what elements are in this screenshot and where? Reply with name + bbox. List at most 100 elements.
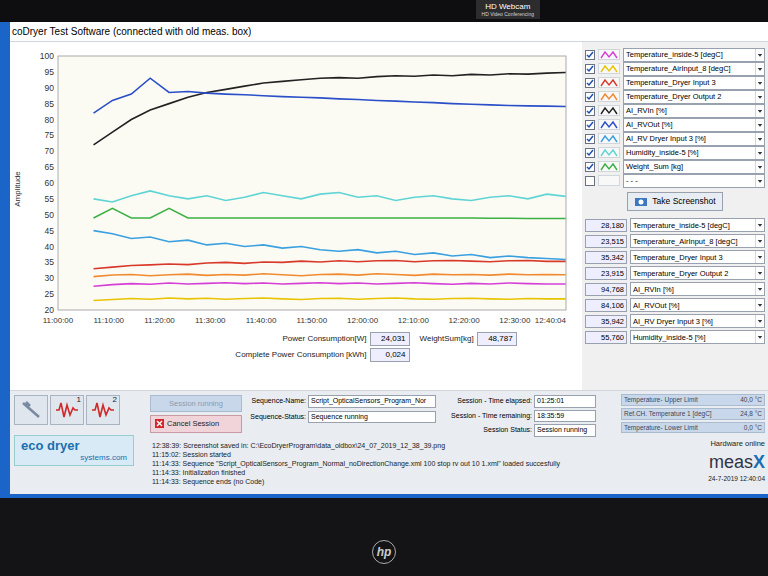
legend-select[interactable]: Temperature_AirInput_8 [degC] xyxy=(623,62,765,76)
session-row: Session - Time elapsed:01:25:01 xyxy=(440,395,596,408)
dropdown-arrow-icon[interactable] xyxy=(755,63,764,75)
reading-select[interactable]: Temperature_Dryer Input 3 xyxy=(630,250,765,264)
session-button[interactable]: Cancel Session xyxy=(150,415,242,432)
measx-text: meas xyxy=(709,452,753,472)
toolbar-button[interactable]: 2 xyxy=(86,395,120,425)
legend-select[interactable]: AI_RV Dryer Input 3 [%] xyxy=(623,132,765,146)
reading-row: 35,942AI_RV Dryer Input 3 [%] xyxy=(585,314,765,329)
dropdown-arrow-icon[interactable] xyxy=(755,105,764,117)
bottom-panel: 12eco dryersystems.comSession runningCan… xyxy=(10,390,768,494)
reading-select[interactable]: Temperature_inside-5 [degC] xyxy=(630,218,765,232)
legend-checkbox[interactable] xyxy=(585,64,595,74)
legend-label: - - - xyxy=(624,175,755,186)
measx-logo: measX xyxy=(709,452,765,472)
reading-name: AI_RVIn [%] xyxy=(631,284,755,295)
legend-checkbox[interactable] xyxy=(585,92,595,102)
legend-checkbox[interactable] xyxy=(585,78,595,88)
line-sample-icon xyxy=(600,92,618,101)
session-label: Session - Time elapsed: xyxy=(440,396,532,407)
check-icon xyxy=(586,121,594,129)
webcam-label: HD WebcamHD Video Conferencing xyxy=(476,0,540,19)
toolbar-button[interactable]: 1 xyxy=(50,395,84,425)
dropdown-arrow-icon[interactable] xyxy=(755,299,764,311)
x-tick: 12:10:00 xyxy=(398,316,430,325)
reading-name: AI_RVOut [%] xyxy=(631,300,755,311)
legend-select[interactable]: - - - xyxy=(623,174,765,188)
reading-select[interactable]: AI_RVOut [%] xyxy=(630,298,765,312)
dropdown-arrow-icon[interactable] xyxy=(755,283,764,295)
reading-value: 84,106 xyxy=(585,299,627,312)
legend-select[interactable]: Temperature_inside-5 [degC] xyxy=(623,48,765,62)
legend-sample xyxy=(598,77,620,88)
legend-row: Temperature_inside-5 [degC] xyxy=(585,48,765,61)
legend-checkbox[interactable] xyxy=(585,162,595,172)
legend-checkbox[interactable] xyxy=(585,50,595,60)
legend-checkbox[interactable] xyxy=(585,176,595,186)
stats: Power Consumption[W]24,031WeightSum[kg]4… xyxy=(10,330,582,362)
dropdown-arrow-icon[interactable] xyxy=(755,119,764,131)
series-line xyxy=(94,298,566,301)
legend-select[interactable]: Temperature_Dryer Input 3 xyxy=(623,76,765,90)
reading-select[interactable]: Humidity_inside-5 [%] xyxy=(630,330,765,344)
reading-select[interactable]: Temperature_Dryer Output 2 xyxy=(630,266,765,280)
dropdown-arrow-icon[interactable] xyxy=(755,331,764,343)
reading-select[interactable]: AI_RVIn [%] xyxy=(630,282,765,296)
legend-checkbox[interactable] xyxy=(585,120,595,130)
reading-value: 55,760 xyxy=(585,331,627,344)
limit-row: Temperature- Lower Limit0,0 °C xyxy=(621,422,765,434)
cancel-icon xyxy=(155,419,164,428)
legend-sample xyxy=(598,91,620,102)
dropdown-arrow-icon[interactable] xyxy=(755,161,764,173)
stat-value: 48,787 xyxy=(477,332,517,346)
legend-select[interactable]: AI_RVIn [%] xyxy=(623,104,765,118)
dropdown-arrow-icon[interactable] xyxy=(755,77,764,89)
dropdown-arrow-icon[interactable] xyxy=(755,219,764,231)
pointer-tool-icon xyxy=(20,400,42,420)
x-tick: 11:30:00 xyxy=(195,316,226,325)
legend-select[interactable]: Temperature_Dryer Output 2 xyxy=(623,90,765,104)
legend-select[interactable]: AI_RVOut [%] xyxy=(623,118,765,132)
chart-panel: Amplitude1009590858075706560555045403530… xyxy=(10,42,582,390)
reading-row: 94,768AI_RVIn [%] xyxy=(585,282,765,297)
reading-value: 35,342 xyxy=(585,251,627,264)
dropdown-arrow-icon[interactable] xyxy=(755,267,764,279)
legend-checkbox[interactable] xyxy=(585,148,595,158)
legend-select[interactable]: Humidity_inside-5 [%] xyxy=(623,146,765,160)
session-field: 01:25:01 xyxy=(534,395,596,408)
legend-row: Temperature_Dryer Input 3 xyxy=(585,76,765,89)
reading-select[interactable]: Temperature_AirInput_8 [degC] xyxy=(630,234,765,248)
sequence-label: Sequence-Name: xyxy=(246,396,306,407)
dropdown-arrow-icon[interactable] xyxy=(755,175,764,187)
controls: Session runningCancel SessionSequence-Na… xyxy=(150,395,618,437)
limit-label: Temperature- Upper Limit xyxy=(622,395,738,405)
dropdown-arrow-icon[interactable] xyxy=(755,49,764,61)
reading-row: 23,515Temperature_AirInput_8 [degC] xyxy=(585,234,765,249)
dropdown-arrow-icon[interactable] xyxy=(755,235,764,247)
session-button[interactable]: Session running xyxy=(150,395,242,412)
dropdown-arrow-icon[interactable] xyxy=(755,133,764,145)
dropdown-arrow-icon[interactable] xyxy=(755,91,764,103)
y-tick: 95 xyxy=(45,67,55,77)
legend-checkbox[interactable] xyxy=(585,106,595,116)
check-icon xyxy=(586,163,594,171)
reading-select[interactable]: AI_RV Dryer Input 3 [%] xyxy=(630,314,765,328)
sequence-row: Sequence-Status:Sequence running xyxy=(246,411,436,424)
line-chart: 1009590858075706560555045403530252011:00… xyxy=(26,48,578,330)
sequence-info: Sequence-Name:Script_OpticalSensors_Prog… xyxy=(246,395,436,437)
take-screenshot-button[interactable]: Take Screenshot xyxy=(627,192,722,211)
legend-label: AI_RVOut [%] xyxy=(624,119,755,130)
dropdown-arrow-icon[interactable] xyxy=(755,315,764,327)
dropdown-arrow-icon[interactable] xyxy=(755,147,764,159)
window-title: coDryer Test Software (connected with ol… xyxy=(12,24,251,39)
dropdown-arrow-icon[interactable] xyxy=(755,251,764,263)
legend-label: Humidity_inside-5 [%] xyxy=(624,147,755,158)
stat-row: Power Consumption[W]24,031 xyxy=(235,332,409,346)
legend-row: Weight_Sum [kg] xyxy=(585,160,765,173)
legend-row: Temperature_Dryer Output 2 xyxy=(585,90,765,103)
legend-checkbox[interactable] xyxy=(585,134,595,144)
session-button-label: Session running xyxy=(169,399,223,408)
legend-row: AI_RVOut [%] xyxy=(585,118,765,131)
legend-select[interactable]: Weight_Sum [kg] xyxy=(623,160,765,174)
toolbar-button[interactable] xyxy=(14,395,48,425)
center-column: Session runningCancel SessionSequence-Na… xyxy=(150,391,618,494)
